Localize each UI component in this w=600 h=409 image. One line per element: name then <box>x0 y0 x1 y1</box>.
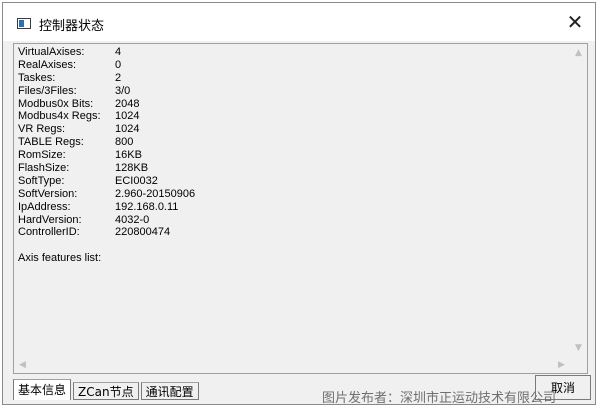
status-info-list: VirtualAxises: 4 RealAxises: 0 Taskes: 2 Fi… <box>18 46 569 355</box>
status-text-box[interactable]: VirtualAxises: 4 RealAxises: 0 Taskes: 2 Fi… <box>13 43 588 374</box>
info-value: 2.960-20150906 <box>115 187 196 200</box>
info-label: SoftVersion: <box>18 187 78 200</box>
info-label: RomSize: <box>18 149 66 162</box>
close-button[interactable]: ✕ <box>555 3 595 41</box>
horizontal-scrollbar[interactable]: ◀ ▶ <box>14 356 570 373</box>
info-value: 2048 <box>115 97 140 110</box>
info-value: 192.168.0.11 <box>115 200 179 213</box>
info-value: 3/0 <box>115 84 131 97</box>
info-label: VirtualAxises: <box>18 46 85 58</box>
info-value: 1024 <box>115 123 140 136</box>
info-value: 128KB <box>115 162 149 175</box>
info-row: VR Regs: 1024 <box>18 123 569 136</box>
tab-strip: 基本信息 ZCan节点 通讯配置 <box>13 378 201 400</box>
info-label: RealAxises: <box>18 58 77 71</box>
info-row: FlashSize: 128KB <box>18 162 569 175</box>
tab-comm-config[interactable]: 通讯配置 <box>140 382 199 400</box>
info-label: HardVersion: <box>18 213 82 226</box>
tab-basic-info[interactable]: 基本信息 <box>13 379 72 400</box>
info-label: IpAddress: <box>18 200 71 213</box>
info-label: FlashSize: <box>18 162 70 175</box>
info-label: SoftType: <box>18 174 65 187</box>
scroll-down-arrow-icon[interactable]: ▼ <box>570 339 587 356</box>
tab-zcan-nodes[interactable]: ZCan节点 <box>73 382 139 400</box>
info-row: Modbus0x Bits: 2048 <box>18 98 569 111</box>
axis-features-label: Axis features list: <box>18 252 102 265</box>
controller-status-dialog: 控制器状态 ✕ VirtualAxises: 4 RealAxises: 0 Tas… <box>2 2 596 405</box>
info-value: 0 <box>115 58 122 71</box>
info-label: ControllerID: <box>18 226 80 239</box>
window-title: 控制器状态 <box>39 19 105 34</box>
scrollbar-corner <box>570 356 587 373</box>
info-label: Modbus0x Bits: <box>18 97 94 110</box>
info-label: TABLE Regs: <box>18 136 84 149</box>
vertical-scrollbar[interactable]: ▲ ▼ <box>570 44 587 356</box>
info-row: HardVersion: 4032-0 <box>18 214 569 227</box>
info-row: SoftType: ECI0032 <box>18 175 569 188</box>
info-value: 220800474 <box>115 226 171 239</box>
close-icon: ✕ <box>566 10 584 34</box>
info-row: Taskes: 2 <box>18 72 569 85</box>
info-row: TABLE Regs: 800 <box>18 136 569 149</box>
info-value: 16KB <box>115 149 142 162</box>
info-row: Files/3Files: 3/0 <box>18 85 569 98</box>
window-app-icon <box>17 18 31 29</box>
info-value: 1024 <box>115 110 140 123</box>
info-label: Taskes: <box>18 71 56 84</box>
info-row: IpAddress: 192.168.0.11 <box>18 201 569 214</box>
info-row: Modbus4x Regs: 1024 <box>18 110 569 123</box>
info-row: ControllerID: 220800474 <box>18 226 569 239</box>
info-value: 4032-0 <box>115 213 150 226</box>
info-row: SoftVersion: 2.960-20150906 <box>18 188 569 201</box>
info-label: Files/3Files: <box>18 84 77 97</box>
publisher-watermark: 图片发布者：深圳市正运动技术有限公司 <box>322 391 557 406</box>
info-value: 800 <box>115 136 134 149</box>
info-label: VR Regs: <box>18 123 66 136</box>
info-value: 2 <box>115 71 122 84</box>
info-label: Modbus4x Regs: <box>18 110 101 123</box>
title-bar: 控制器状态 ✕ <box>3 3 595 41</box>
info-value: 4 <box>115 46 122 58</box>
info-row: VirtualAxises: 4 <box>18 46 569 59</box>
scroll-left-arrow-icon[interactable]: ◀ <box>14 356 31 373</box>
info-row: RealAxises: 0 <box>18 59 569 72</box>
scroll-up-arrow-icon[interactable]: ▲ <box>570 44 587 61</box>
info-value: ECI0032 <box>115 174 158 187</box>
info-row: RomSize: 16KB <box>18 149 569 162</box>
scroll-right-arrow-icon[interactable]: ▶ <box>553 356 570 373</box>
